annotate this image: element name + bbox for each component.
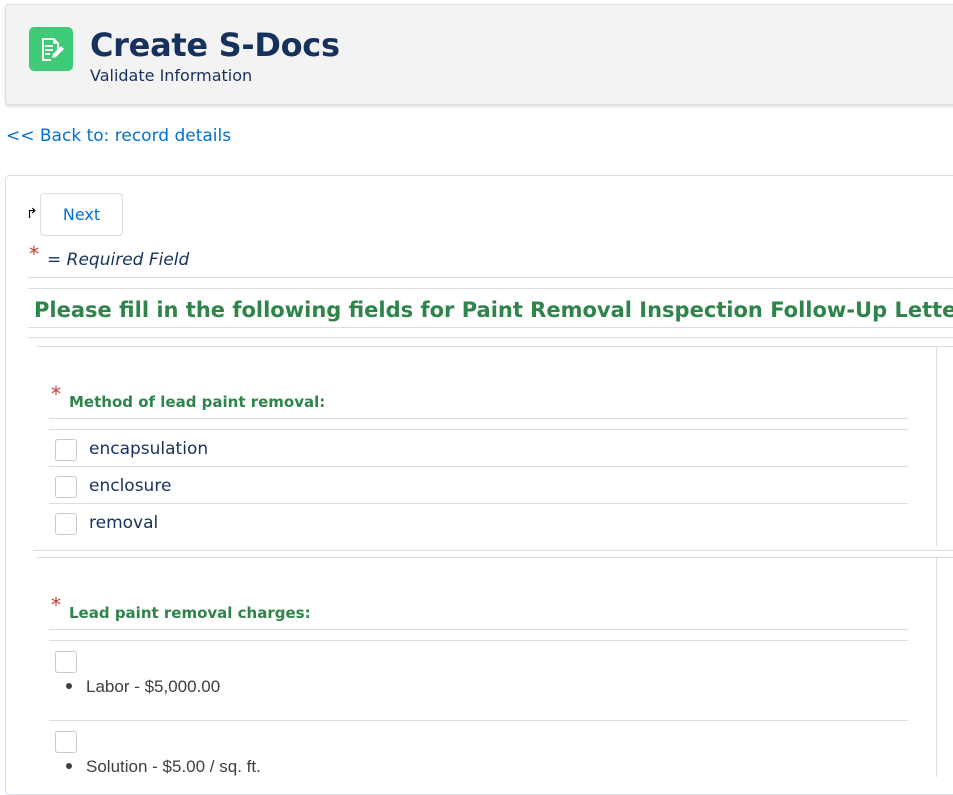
divider bbox=[49, 503, 908, 504]
charge-label: Labor - $5,000.00 bbox=[86, 677, 221, 696]
divider bbox=[936, 557, 937, 777]
required-asterisk: * bbox=[29, 242, 39, 266]
divider bbox=[936, 346, 937, 546]
page-subtitle: Validate Information bbox=[90, 66, 253, 85]
list-item: Labor - $5,000.00 bbox=[66, 677, 220, 697]
divider bbox=[28, 288, 953, 289]
list-item: Solution - $5.00 / sq. ft. bbox=[66, 757, 261, 777]
bullet bbox=[66, 762, 72, 769]
field-label-removal-charges: Lead paint removal charges: bbox=[69, 604, 311, 622]
divider bbox=[49, 418, 908, 419]
document-edit-icon bbox=[29, 27, 73, 71]
field-label-removal-method: Method of lead paint removal: bbox=[69, 393, 326, 411]
divider bbox=[37, 557, 953, 558]
required-asterisk: * bbox=[51, 593, 61, 617]
charge-label: Solution - $5.00 / sq. ft. bbox=[86, 757, 261, 776]
divider bbox=[49, 640, 908, 641]
divider bbox=[49, 629, 908, 630]
divider bbox=[28, 337, 953, 338]
next-button[interactable]: Next bbox=[40, 193, 123, 236]
checkbox-labor[interactable] bbox=[55, 651, 77, 673]
page-title: Create S-Docs bbox=[90, 26, 340, 64]
divider bbox=[49, 720, 908, 721]
arrow-right-icon: ↱ bbox=[26, 205, 38, 221]
checkbox-enclosure[interactable] bbox=[55, 476, 77, 498]
divider bbox=[33, 550, 953, 551]
bullet bbox=[66, 682, 72, 689]
option-label: encapsulation bbox=[89, 439, 209, 459]
option-label: enclosure bbox=[89, 476, 172, 496]
divider bbox=[37, 346, 953, 347]
divider bbox=[28, 327, 953, 328]
required-legend: = Required Field bbox=[47, 250, 190, 270]
checkbox-solution[interactable] bbox=[55, 731, 77, 753]
checkbox-encapsulation[interactable] bbox=[55, 439, 77, 461]
page-header: Create S-Docs Validate Information bbox=[5, 4, 953, 105]
option-label: removal bbox=[89, 513, 159, 533]
divider bbox=[49, 466, 908, 467]
required-asterisk: * bbox=[51, 382, 61, 406]
form-heading: Please fill in the following fields for … bbox=[34, 298, 953, 322]
back-to-record-link[interactable]: << Back to: record details bbox=[6, 126, 231, 146]
divider bbox=[49, 429, 908, 430]
checkbox-removal[interactable] bbox=[55, 513, 77, 535]
divider bbox=[28, 277, 953, 278]
